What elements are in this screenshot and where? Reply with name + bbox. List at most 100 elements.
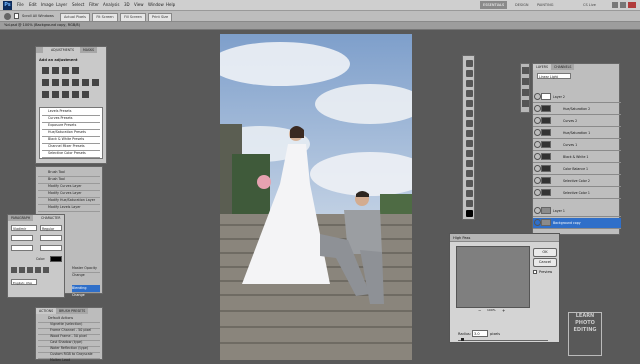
menu-analysis[interactable]: Analysis (103, 2, 119, 7)
all-caps-icon[interactable] (27, 267, 33, 273)
gradient-map-icon[interactable] (72, 91, 79, 98)
swatches-panel-icon[interactable] (522, 89, 529, 96)
preview-checkbox[interactable] (533, 270, 537, 274)
workspace-design[interactable]: DESIGN (512, 1, 532, 9)
type-tool-icon[interactable] (466, 200, 473, 207)
visibility-eye-icon[interactable] (534, 207, 541, 214)
fill-screen-button[interactable]: Fill Screen (120, 13, 146, 22)
ok-button[interactable]: OK (533, 248, 557, 257)
wedding-photo[interactable] (220, 34, 412, 360)
visibility-eye-icon[interactable] (534, 153, 541, 160)
radius-input[interactable]: 3.0 (472, 330, 488, 337)
dodge-tool-icon[interactable] (466, 180, 473, 187)
fit-screen-button[interactable]: Fit Screen (92, 13, 118, 22)
move-tool-icon[interactable] (466, 60, 473, 67)
quick-select-tool-icon[interactable] (466, 90, 473, 97)
tab-character[interactable]: CHARACTER (38, 215, 64, 221)
layer-row[interactable]: Layer 1 (533, 206, 621, 217)
eyedropper-tool-icon[interactable] (466, 110, 473, 117)
vibrance-icon[interactable] (42, 79, 49, 86)
healing-brush-tool-icon[interactable] (466, 120, 473, 127)
underline-icon[interactable] (43, 267, 49, 273)
visibility-eye-icon[interactable] (534, 219, 541, 226)
font-family-select[interactable]: Vladimir (11, 225, 37, 231)
history-brush-tool-icon[interactable] (466, 150, 473, 157)
actual-pixels-button[interactable]: Actual Pixels (60, 13, 90, 22)
radius-slider-handle[interactable] (461, 338, 464, 341)
action-item[interactable]: Molten Lead (38, 357, 100, 364)
menu-select[interactable]: Select (72, 2, 84, 7)
visibility-eye-icon[interactable] (534, 141, 541, 148)
hand-tool-icon[interactable] (4, 13, 11, 20)
tab-channels[interactable]: CHANNELS (551, 64, 575, 70)
visibility-eye-icon[interactable] (534, 93, 541, 100)
tab-histogram-placeholder[interactable] (36, 47, 44, 53)
visibility-eye-icon[interactable] (534, 129, 541, 136)
minimize-icon[interactable] (612, 2, 618, 8)
layer-row[interactable]: Hue/Saturation 2 (533, 104, 621, 115)
layer-row[interactable]: Curves 1 (533, 140, 621, 151)
curves-icon[interactable] (62, 67, 69, 74)
history-item[interactable]: Modify Levels Layer (38, 204, 100, 212)
font-style-select[interactable]: Regular (40, 225, 62, 231)
tab-adjustments[interactable]: ADJUSTMENTS (48, 47, 77, 53)
selective-color-icon[interactable] (82, 91, 89, 98)
photo-filter-icon[interactable] (82, 79, 89, 86)
visibility-eye-icon[interactable] (534, 165, 541, 172)
layer-row[interactable]: Selective Color 2 (533, 176, 621, 187)
gradient-tool-icon[interactable] (466, 170, 473, 177)
layer-row[interactable]: Curves 2 (533, 116, 621, 127)
tab-actions[interactable]: ACTIONS (36, 308, 57, 314)
levels-icon[interactable] (52, 67, 59, 74)
menu-window[interactable]: Window (148, 2, 164, 7)
layer-row[interactable]: Color Balance 1 (533, 164, 621, 175)
color-swatches-icon[interactable] (466, 210, 473, 217)
close-icon[interactable] (628, 2, 636, 8)
tracking-field[interactable] (11, 245, 33, 251)
zoom-out-button[interactable]: − (478, 308, 481, 313)
clone-stamp-tool-icon[interactable] (466, 140, 473, 147)
print-size-button[interactable]: Print Size (148, 13, 172, 22)
tab-layers[interactable]: LAYERS (533, 64, 551, 70)
history-item-selected[interactable]: Blending Change (72, 285, 100, 297)
eraser-tool-icon[interactable] (466, 160, 473, 167)
layer-row[interactable]: Selective Color 1 (533, 188, 621, 199)
radius-slider[interactable] (458, 340, 548, 341)
menu-3d[interactable]: 3D (124, 2, 130, 7)
maximize-icon[interactable] (620, 2, 626, 8)
layer-row[interactable]: Black & White 1 (533, 152, 621, 163)
tab-masks[interactable]: MASKS (80, 47, 98, 53)
threshold-icon[interactable] (62, 91, 69, 98)
preset-item[interactable]: Selective Color Presets (42, 150, 100, 158)
filter-preview[interactable] (456, 246, 530, 308)
actions-panel-icon[interactable] (522, 78, 529, 85)
menu-layer[interactable]: Layer (56, 2, 67, 7)
layer-row-selected[interactable]: Background copy (533, 218, 621, 229)
history-panel-icon[interactable] (522, 67, 529, 74)
menu-edit[interactable]: Edit (29, 2, 37, 7)
menu-filter[interactable]: Filter (89, 2, 99, 7)
workspace-painting[interactable]: PAINTING (534, 1, 556, 9)
text-color-swatch[interactable] (50, 256, 62, 262)
exposure-icon[interactable] (72, 67, 79, 74)
workspace-essentials[interactable]: ESSENTIALS (480, 1, 508, 9)
visibility-eye-icon[interactable] (534, 177, 541, 184)
marquee-tool-icon[interactable] (466, 70, 473, 77)
invert-icon[interactable] (42, 91, 49, 98)
layer-row[interactable]: Layer 2 (533, 92, 621, 103)
styles-panel-icon[interactable] (522, 100, 529, 107)
brush-tool-icon[interactable] (466, 130, 473, 137)
menu-image[interactable]: Image (41, 2, 54, 7)
channel-mixer-icon[interactable] (92, 79, 99, 86)
blend-mode-select[interactable]: Linear Light (537, 73, 571, 79)
posterize-icon[interactable] (52, 91, 59, 98)
hue-saturation-icon[interactable] (52, 79, 59, 86)
lasso-tool-icon[interactable] (466, 80, 473, 87)
visibility-eye-icon[interactable] (534, 117, 541, 124)
kerning-field[interactable] (40, 245, 62, 251)
cancel-button[interactable]: Cancel (533, 258, 557, 267)
tab-brush-presets[interactable]: BRUSH PRESETS (56, 308, 89, 314)
crop-tool-icon[interactable] (466, 100, 473, 107)
visibility-eye-icon[interactable] (534, 189, 541, 196)
scroll-all-checkbox[interactable] (14, 13, 19, 19)
